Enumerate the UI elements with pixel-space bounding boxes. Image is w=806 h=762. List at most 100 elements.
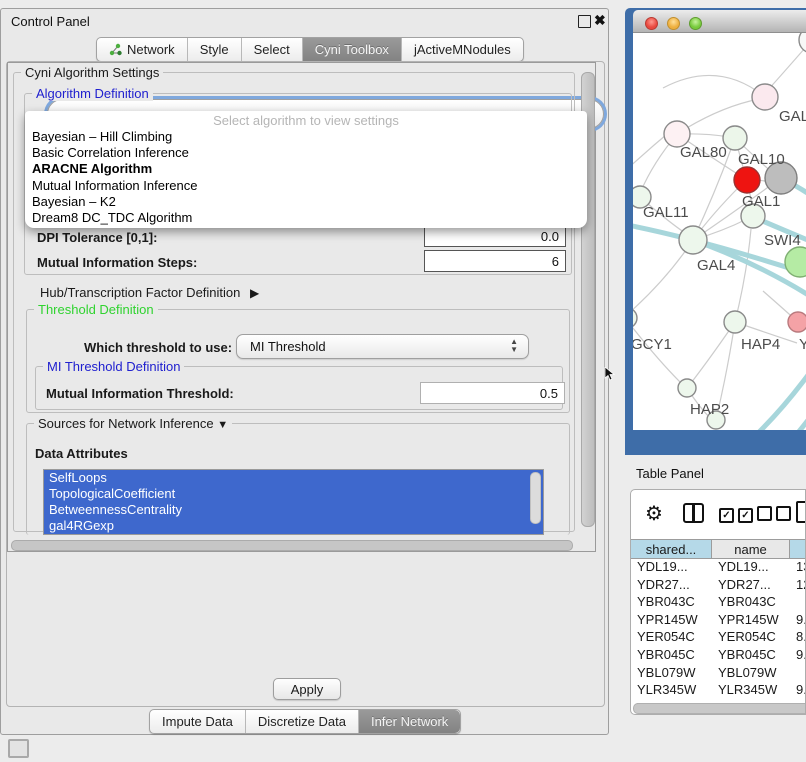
- table-row[interactable]: YDL19...YDL19...13: [631, 559, 806, 577]
- attribute-item[interactable]: BetweennessCentrality: [44, 502, 543, 518]
- table-cell: 13: [790, 559, 806, 577]
- float-window-icon[interactable]: [578, 15, 591, 28]
- mi-steps-field[interactable]: 6: [424, 250, 566, 272]
- list-scrollbar[interactable]: [530, 472, 541, 524]
- algorithm-option[interactable]: Basic Correlation Inference: [25, 145, 587, 161]
- chevron-down-icon: ▼: [217, 419, 228, 431]
- horizontal-scrollbar[interactable]: [11, 540, 573, 551]
- network-edge[interactable]: [633, 323, 681, 383]
- tab-impute-data[interactable]: Impute Data: [150, 710, 246, 733]
- network-node[interactable]: [788, 312, 806, 332]
- algorithm-option[interactable]: Bayesian – K2: [25, 194, 587, 210]
- network-edge[interactable]: [663, 75, 765, 97]
- zoom-traffic-icon[interactable]: [689, 17, 702, 30]
- table-row[interactable]: YBR043CYBR043C: [631, 594, 806, 612]
- table-row[interactable]: YER054CYER054C8.: [631, 629, 806, 647]
- attribute-item[interactable]: gal4RGexp: [44, 518, 543, 534]
- close-icon[interactable]: ✖: [594, 12, 605, 23]
- table-cell: YDR27...: [712, 577, 790, 595]
- algorithm-option[interactable]: Mutual Information Inference: [25, 178, 587, 194]
- attribute-item[interactable]: SelfLoops: [44, 470, 543, 486]
- which-threshold-combo[interactable]: MI Threshold ▲▼: [236, 334, 529, 359]
- tab-discretize-data[interactable]: Discretize Data: [246, 710, 359, 733]
- algorithm-list: Bayesian – Hill ClimbingBasic Correlatio…: [25, 129, 587, 226]
- table-cell: 9.: [790, 682, 806, 700]
- network-node[interactable]: [734, 167, 760, 193]
- mi-steps-label: Mutual Information Steps:: [37, 255, 197, 270]
- table-rows[interactable]: YDL19...YDL19...13YDR27...YDR27...12YBR0…: [631, 559, 806, 704]
- node-label: HAP4: [741, 336, 780, 353]
- node-label: GAL: [779, 108, 806, 125]
- table-cell: 9.: [790, 647, 806, 665]
- sources-group-title[interactable]: Sources for Network Inference ▼: [34, 416, 232, 431]
- deselect-all-icon[interactable]: [757, 506, 795, 524]
- tab-select[interactable]: Select: [242, 38, 303, 61]
- column-header-extra[interactable]: [790, 539, 806, 559]
- table-cell: YDL19...: [712, 559, 790, 577]
- network-node[interactable]: [752, 84, 778, 110]
- data-attributes-list[interactable]: SelfLoopsTopologicalCoefficientBetweenne…: [43, 469, 544, 535]
- table-row[interactable]: YLR345WYLR345W9.: [631, 682, 806, 700]
- close-traffic-icon[interactable]: [645, 17, 658, 30]
- gear-icon[interactable]: ⚙: [645, 501, 663, 526]
- tab-jactivemnodules[interactable]: jActiveMNodules: [402, 38, 523, 61]
- table-cell: [790, 665, 806, 683]
- table-row[interactable]: YBL079WYBL079W: [631, 665, 806, 683]
- network-edge[interactable]: [735, 229, 751, 322]
- corner-grip[interactable]: [8, 739, 29, 758]
- dropdown-placeholder: Select algorithm to view settings: [25, 113, 587, 129]
- table-horizontal-scrollbar[interactable]: [633, 703, 806, 714]
- minimize-traffic-icon[interactable]: [667, 17, 680, 30]
- node-label: GCY1: [633, 336, 672, 353]
- network-edge-thick[interactable]: [693, 240, 806, 311]
- network-node[interactable]: [785, 247, 806, 277]
- table-cell: YBR043C: [712, 594, 790, 612]
- algorithm-option[interactable]: ARACNE Algorithm: [25, 161, 587, 177]
- attribute-item[interactable]: TopologicalCoefficient: [44, 486, 543, 502]
- node-label: GAL4: [697, 257, 735, 274]
- network-icon: [109, 43, 122, 56]
- cyni-algorithm-settings-title: Cyni Algorithm Settings: [21, 65, 163, 80]
- mouse-cursor: [604, 367, 616, 381]
- tab-network[interactable]: Network: [97, 38, 188, 61]
- table-row[interactable]: YDR27...YDR27...12: [631, 577, 806, 595]
- table-panel-title: Table Panel: [636, 466, 704, 481]
- columns-icon[interactable]: [683, 503, 704, 523]
- data-attributes-label: Data Attributes: [35, 446, 128, 461]
- bottom-tabbar: Impute Data Discretize Data Infer Networ…: [149, 709, 461, 734]
- network-window-titlebar[interactable]: [633, 10, 806, 33]
- network-canvas[interactable]: GALGAL80GAL10GAL1GAL11SWI4GAL4GCY1HAP4YH…: [633, 33, 806, 430]
- table-cell: YBL079W: [631, 665, 712, 683]
- network-node[interactable]: [724, 311, 746, 333]
- table-row[interactable]: YBR045CYBR045C9.: [631, 647, 806, 665]
- mi-threshold-field[interactable]: 0.5: [420, 382, 565, 404]
- table-cell: YER054C: [712, 629, 790, 647]
- control-panel-tabbar: Network Style Select Cyni Toolbox jActiv…: [96, 37, 524, 62]
- network-edge[interactable]: [767, 40, 806, 91]
- select-all-icon[interactable]: ✓✓: [719, 506, 757, 523]
- mi-threshold-label: Mutual Information Threshold:: [46, 386, 234, 401]
- table-cell: YLR345W: [631, 682, 712, 700]
- algorithm-dropdown-popup: Select algorithm to view settings Bayesi…: [25, 111, 587, 228]
- table-cell: YPR145W: [712, 612, 790, 630]
- column-header-name[interactable]: name: [712, 539, 790, 559]
- network-node[interactable]: [633, 308, 637, 328]
- network-node[interactable]: [679, 226, 707, 254]
- table-row[interactable]: YPR145WYPR145W9.: [631, 612, 806, 630]
- which-threshold-label: Which threshold to use:: [84, 340, 232, 355]
- tab-cyni-toolbox[interactable]: Cyni Toolbox: [303, 38, 402, 61]
- network-node[interactable]: [678, 379, 696, 397]
- node-label: GAL1: [742, 193, 780, 210]
- algorithm-option[interactable]: Bayesian – Hill Climbing: [25, 129, 587, 145]
- column-header-shared[interactable]: shared...: [631, 539, 712, 559]
- algorithm-option[interactable]: Dream8 DC_TDC Algorithm: [25, 210, 587, 226]
- file-icon[interactable]: [796, 501, 806, 523]
- table-cell: YDL19...: [631, 559, 712, 577]
- tab-infer-network[interactable]: Infer Network: [359, 710, 460, 733]
- control-panel-title: Control Panel: [11, 14, 90, 29]
- tab-style[interactable]: Style: [188, 38, 242, 61]
- apply-button[interactable]: Apply: [273, 678, 341, 700]
- dpi-tolerance-field[interactable]: 0.0: [424, 225, 566, 247]
- hub-definition-toggle[interactable]: Hub/Transcription Factor Definition ▶: [40, 285, 259, 300]
- table-cell: YBR043C: [631, 594, 712, 612]
